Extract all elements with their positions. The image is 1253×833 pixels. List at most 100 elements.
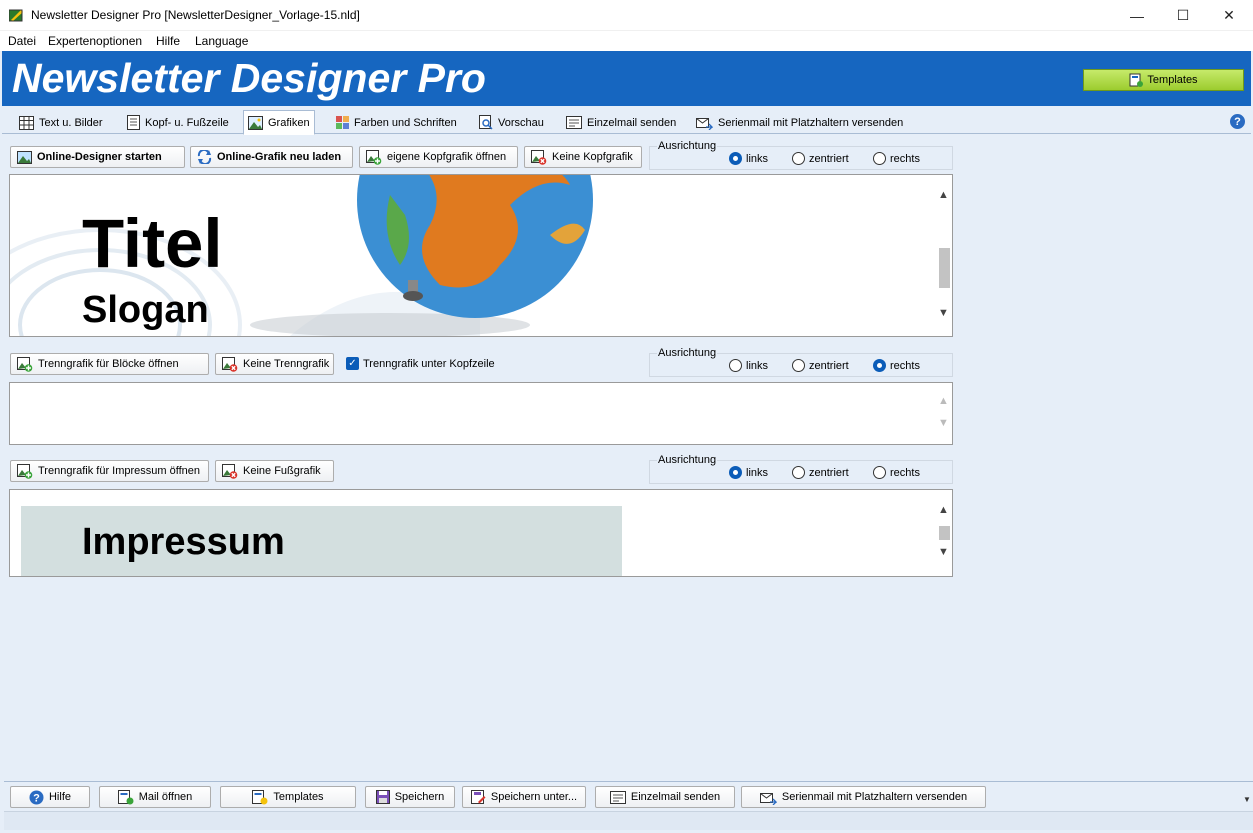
- open-imprint-separator-button[interactable]: Trenngrafik für Impressum öffnen: [10, 460, 209, 482]
- scroll-up-icon[interactable]: ▲: [938, 504, 949, 516]
- open-mail-icon: [117, 789, 134, 804]
- preview-title: Titel: [82, 205, 223, 282]
- tab-vorschau[interactable]: Vorschau: [475, 111, 548, 134]
- templates-icon: [1129, 73, 1144, 87]
- help-button[interactable]: ? Hilfe: [10, 786, 90, 808]
- floppy-icon: [375, 790, 390, 804]
- open-separator-button[interactable]: Trenngrafik für Blöcke öffnen: [10, 353, 209, 375]
- align-center-radio[interactable]: zentriert: [792, 152, 849, 165]
- button-label: Keine Kopfgrafik: [552, 151, 633, 163]
- separator-alignment-group: Ausrichtung links zentriert rechts: [649, 347, 953, 377]
- scroll-thumb[interactable]: [939, 526, 950, 540]
- palette-icon: [336, 116, 349, 129]
- footer-preview-scrollbar[interactable]: ▲ ▼: [935, 490, 952, 576]
- remove-image-icon: [222, 463, 238, 479]
- help-icon: ?: [29, 790, 44, 804]
- tab-label: Farben und Schriften: [354, 116, 457, 129]
- header-preview-scrollbar[interactable]: ▲ ▼: [935, 175, 952, 336]
- button-label: Online-Designer starten: [37, 151, 162, 163]
- svg-text:?: ?: [33, 792, 40, 804]
- alignment-label: Ausrichtung: [657, 140, 718, 152]
- online-designer-button[interactable]: Online-Designer starten: [10, 146, 185, 168]
- scroll-up-icon[interactable]: ▲: [938, 189, 949, 201]
- menu-hilfe[interactable]: Hilfe: [156, 34, 180, 48]
- tab-kopf-fusszeile[interactable]: Kopf- u. Fußzeile: [123, 111, 233, 134]
- templates-label: Templates: [1147, 74, 1198, 86]
- reload-graphic-button[interactable]: Online-Grafik neu laden: [190, 146, 353, 168]
- dropdown-arrow-icon[interactable]: ▼: [1243, 795, 1251, 804]
- button-label: Keine Fußgrafik: [243, 465, 321, 477]
- tab-label: Serienmail mit Platzhaltern versenden: [718, 116, 904, 129]
- button-label: eigene Kopfgrafik öffnen: [387, 151, 507, 163]
- button-label: Einzelmail senden: [630, 791, 721, 803]
- app-icon: [9, 9, 23, 22]
- align-right-radio[interactable]: rechts: [873, 359, 920, 372]
- open-header-graphic-button[interactable]: eigene Kopfgrafik öffnen: [359, 146, 518, 168]
- scroll-down-icon[interactable]: ▼: [938, 417, 949, 429]
- single-mail-button[interactable]: Einzelmail senden: [595, 786, 735, 808]
- checkmark-icon: ✓: [346, 357, 359, 370]
- minimize-button[interactable]: —: [1114, 0, 1160, 31]
- tab-label: Text u. Bilder: [39, 116, 103, 129]
- checkbox-label: Trenngrafik unter Kopfzeile: [363, 357, 495, 370]
- scroll-down-icon[interactable]: ▼: [938, 546, 949, 558]
- separator-under-header-checkbox[interactable]: ✓ Trenngrafik unter Kopfzeile: [346, 357, 495, 370]
- tab-label: Einzelmail senden: [587, 116, 677, 129]
- footer-alignment-group: Ausrichtung links zentriert rechts: [649, 454, 953, 484]
- tab-einzelmail[interactable]: Einzelmail senden: [562, 111, 680, 134]
- title-bar: Newsletter Designer Pro [NewsletterDesig…: [0, 0, 1253, 31]
- no-separator-button[interactable]: Keine Trenngrafik: [215, 353, 334, 375]
- button-label: Speichern: [394, 791, 445, 803]
- button-label: Trenngrafik für Blöcke öffnen: [38, 358, 179, 370]
- no-header-graphic-button[interactable]: Keine Kopfgrafik: [524, 146, 642, 168]
- tab-serienmail[interactable]: Serienmail mit Platzhaltern versenden: [692, 111, 907, 134]
- align-left-radio[interactable]: links: [729, 359, 768, 372]
- help-icon[interactable]: ?: [1230, 114, 1245, 129]
- align-right-radio[interactable]: rechts: [873, 466, 920, 479]
- menu-language[interactable]: Language: [195, 34, 248, 48]
- button-label: Serienmail mit Platzhaltern versenden: [781, 791, 968, 803]
- align-center-radio[interactable]: zentriert: [792, 466, 849, 479]
- send-mail-icon: [759, 792, 777, 805]
- close-button[interactable]: ✕: [1206, 0, 1252, 31]
- remove-image-icon: [531, 149, 547, 165]
- templates-bottom-button[interactable]: Templates: [220, 786, 356, 808]
- scroll-thumb[interactable]: [939, 248, 950, 288]
- menu-datei[interactable]: Datei: [8, 34, 36, 48]
- tab-label: Kopf- u. Fußzeile: [145, 116, 229, 129]
- align-right-radio[interactable]: rechts: [873, 152, 920, 165]
- save-button[interactable]: Speichern: [365, 786, 455, 808]
- app-logo: Newsletter Designer Pro: [12, 55, 486, 101]
- save-as-button[interactable]: Speichern unter...: [462, 786, 586, 808]
- tab-text-bilder[interactable]: Text u. Bilder: [15, 111, 107, 134]
- align-center-radio[interactable]: zentriert: [792, 359, 849, 372]
- reload-icon: [197, 150, 212, 164]
- templates-button[interactable]: Templates: [1083, 69, 1244, 91]
- no-footer-graphic-button[interactable]: Keine Fußgrafik: [215, 460, 334, 482]
- button-label: Speichern unter...: [490, 791, 578, 803]
- button-label: Trenngrafik für Impressum öffnen: [38, 465, 201, 477]
- close-icon: ✕: [1223, 7, 1235, 23]
- add-image-icon: [17, 463, 33, 479]
- button-label: Online-Grafik neu laden: [217, 151, 342, 163]
- maximize-button[interactable]: ☐: [1160, 0, 1206, 31]
- header-alignment-group: Ausrichtung links zentriert rechts: [649, 140, 953, 170]
- send-mail-icon: [696, 118, 713, 130]
- menu-expertenoptionen[interactable]: Expertenoptionen: [48, 34, 142, 48]
- minimize-icon: —: [1130, 7, 1144, 24]
- button-label: Mail öffnen: [138, 791, 193, 803]
- open-mail-button[interactable]: Mail öffnen: [99, 786, 211, 808]
- preview-imprint-title: Impressum: [82, 521, 285, 563]
- preview-slogan: Slogan: [82, 289, 209, 331]
- scroll-up-icon[interactable]: ▲: [938, 395, 949, 407]
- serial-mail-button[interactable]: Serienmail mit Platzhaltern versenden: [741, 786, 986, 808]
- separator-preview-scrollbar[interactable]: ▲ ▼: [935, 383, 952, 444]
- button-label: Hilfe: [48, 791, 71, 803]
- tab-label: Grafiken: [268, 116, 310, 129]
- tab-grafiken[interactable]: Grafiken: [243, 110, 315, 135]
- tab-farben-schriften[interactable]: Farben und Schriften: [332, 111, 461, 134]
- align-left-radio[interactable]: links: [729, 466, 768, 479]
- scroll-down-icon[interactable]: ▼: [938, 307, 949, 319]
- align-left-radio[interactable]: links: [729, 152, 768, 165]
- page-icon: [127, 115, 140, 130]
